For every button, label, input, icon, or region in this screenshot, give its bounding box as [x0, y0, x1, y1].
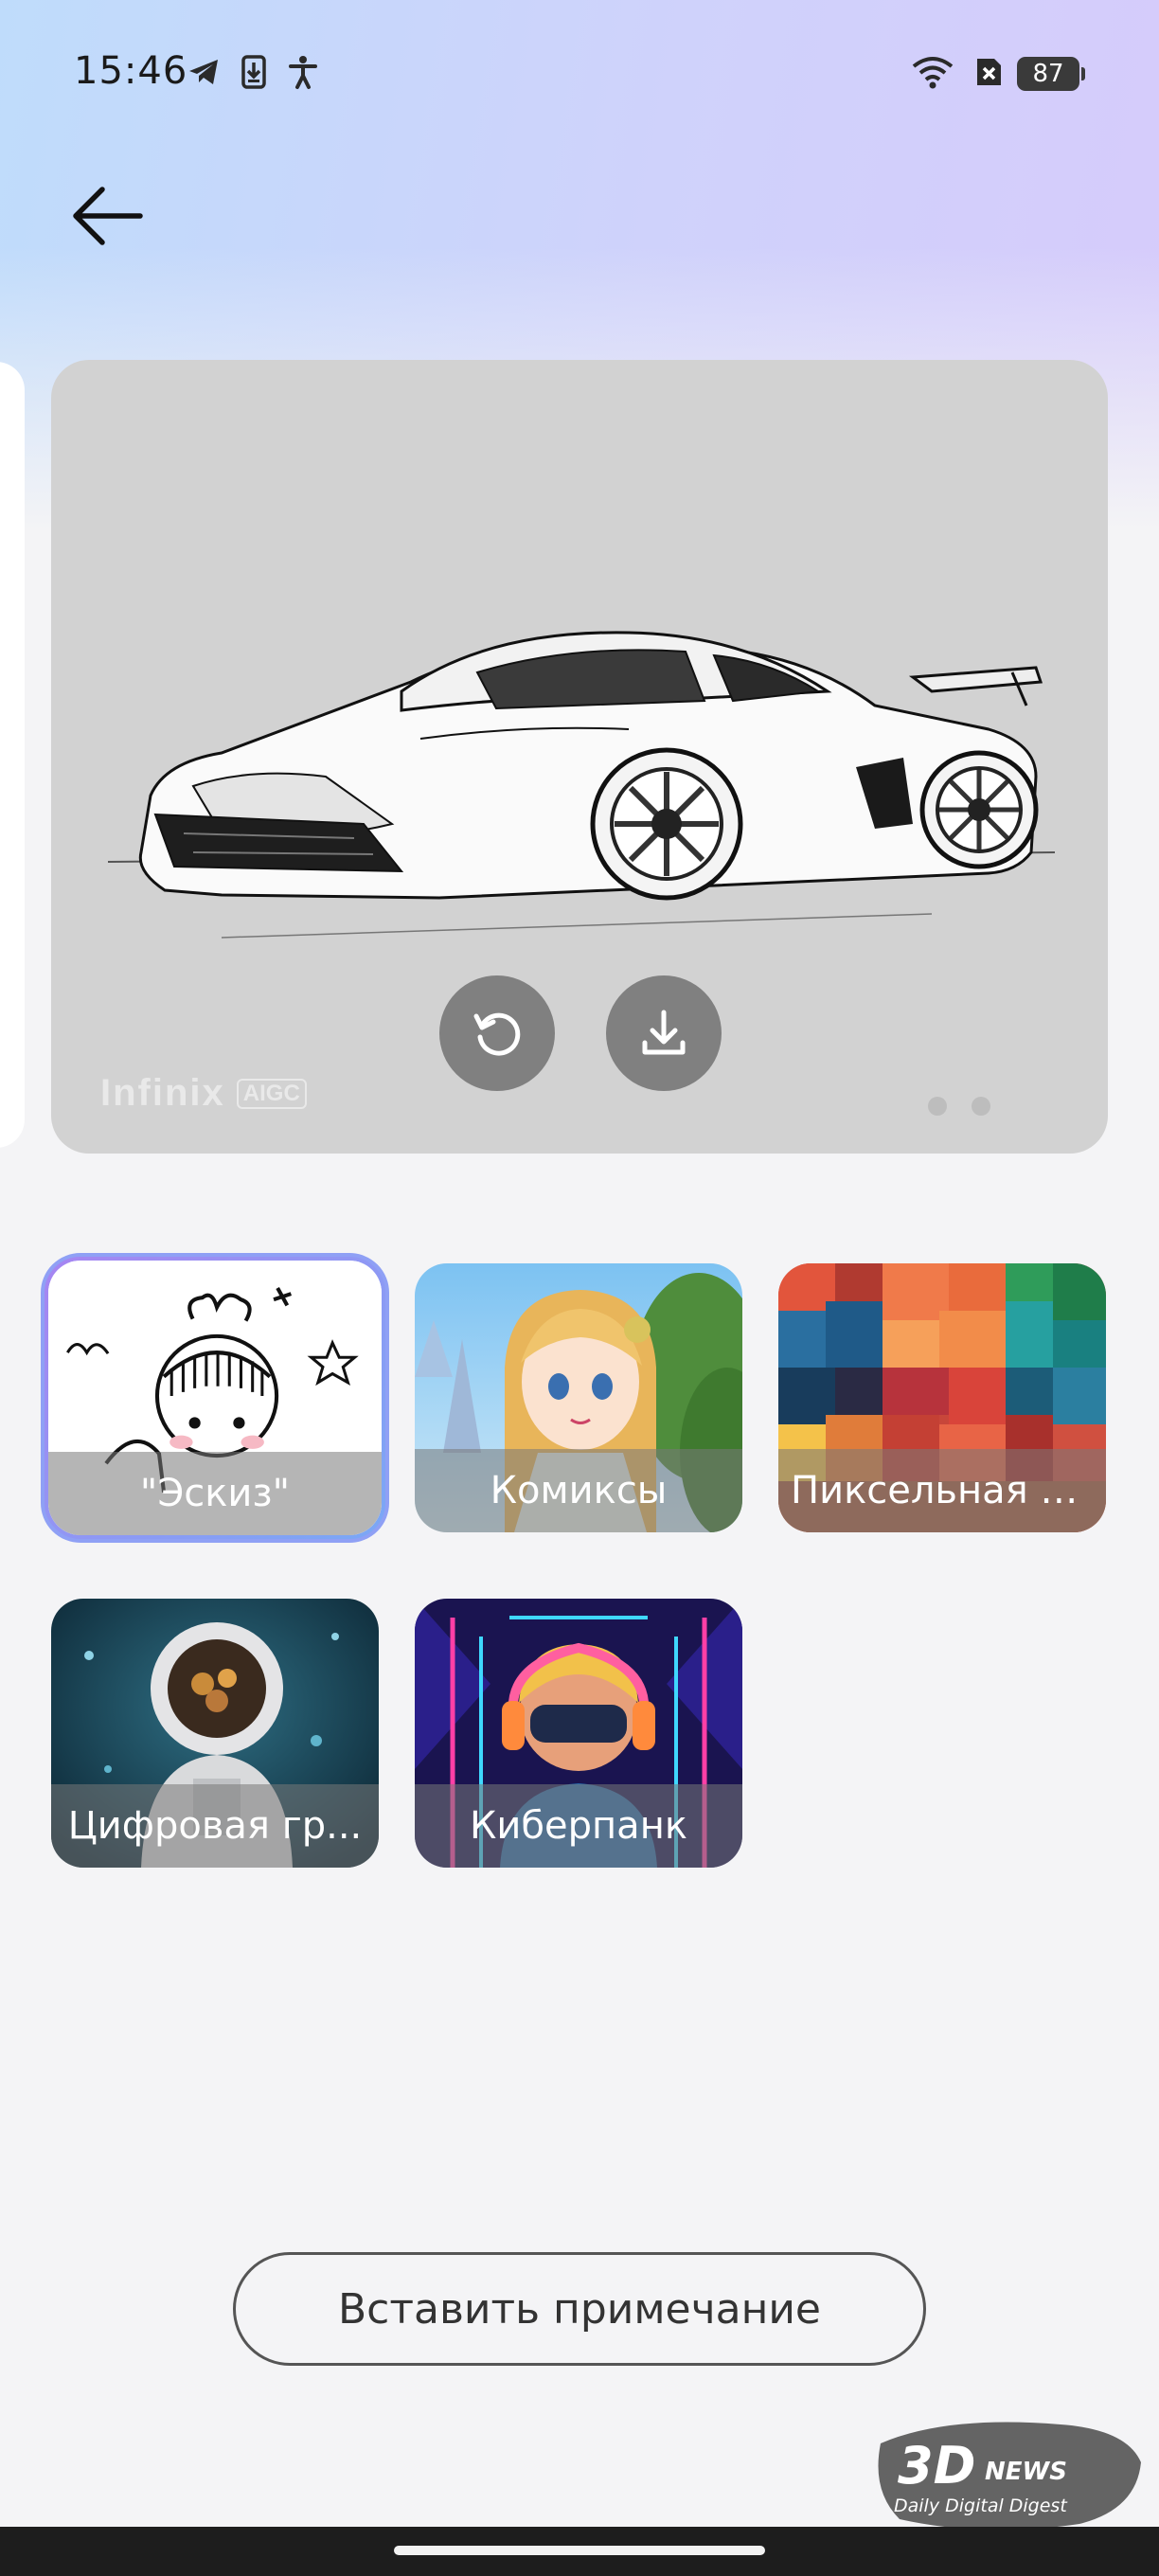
page-dot: [972, 1097, 990, 1116]
style-label: Киберпанк: [469, 1804, 688, 1848]
car-sketch-image: [107, 631, 1056, 939]
telegram-icon: [186, 53, 223, 91]
generated-image-preview[interactable]: Infinix AIGC: [51, 360, 1108, 1154]
style-label: "Эскиз": [139, 1472, 291, 1515]
style-label-band: Комиксы: [415, 1449, 742, 1532]
svg-text:3D: 3D: [898, 2436, 975, 2496]
style-label-band: Киберпанк: [415, 1784, 742, 1868]
3dnews-logo: 3D NEWS Daily Digital Digest: [878, 2422, 1141, 2531]
svg-text:Daily Digital Digest: Daily Digital Digest: [894, 2496, 1068, 2516]
insert-note-label: Вставить примечание: [338, 2284, 821, 2334]
style-label: Пиксельная г...: [791, 1469, 1094, 1512]
wifi-icon: [911, 53, 954, 91]
status-time: 15:46: [74, 49, 188, 93]
download-button[interactable]: [606, 975, 722, 1091]
style-label-band: Цифровая гр...: [51, 1784, 379, 1868]
status-bar: 15:46 87: [0, 0, 1159, 142]
style-option-digital-art[interactable]: Цифровая гр...: [51, 1599, 379, 1868]
sim-off-icon: [970, 53, 1007, 91]
watermark: Infinix AIGC: [100, 1072, 307, 1115]
download-icon: [642, 1010, 686, 1055]
refresh-icon: [473, 1012, 521, 1056]
style-label: Комиксы: [490, 1469, 668, 1512]
page-dot: [928, 1097, 947, 1116]
style-label: Цифровая гр...: [67, 1804, 363, 1848]
arrow-left-icon: [73, 187, 143, 245]
style-option-cyberpunk[interactable]: Киберпанк: [415, 1599, 742, 1868]
style-label-band: "Эскиз": [48, 1452, 382, 1535]
style-option-comics[interactable]: Комиксы: [415, 1263, 742, 1532]
page-indicator: [928, 1097, 990, 1116]
insert-note-button[interactable]: Вставить примечание: [233, 2252, 926, 2366]
watermark-tag: AIGC: [236, 1078, 307, 1109]
style-option-pixel-art[interactable]: Пиксельная г...: [778, 1263, 1106, 1532]
watermark-brand: Infinix: [100, 1072, 225, 1114]
accessibility-icon: [284, 53, 322, 91]
style-option-sketch[interactable]: "Эскиз": [41, 1253, 389, 1543]
svg-text:NEWS: NEWS: [985, 2458, 1067, 2486]
style-label-band: Пиксельная г...: [778, 1449, 1106, 1532]
back-button[interactable]: [68, 182, 148, 250]
previous-preview-card[interactable]: [0, 362, 25, 1148]
regenerate-button[interactable]: [439, 975, 555, 1091]
download-notification-icon: [235, 53, 273, 91]
battery-icon: 87: [1017, 57, 1085, 91]
home-gesture-handle[interactable]: [394, 2546, 765, 2555]
